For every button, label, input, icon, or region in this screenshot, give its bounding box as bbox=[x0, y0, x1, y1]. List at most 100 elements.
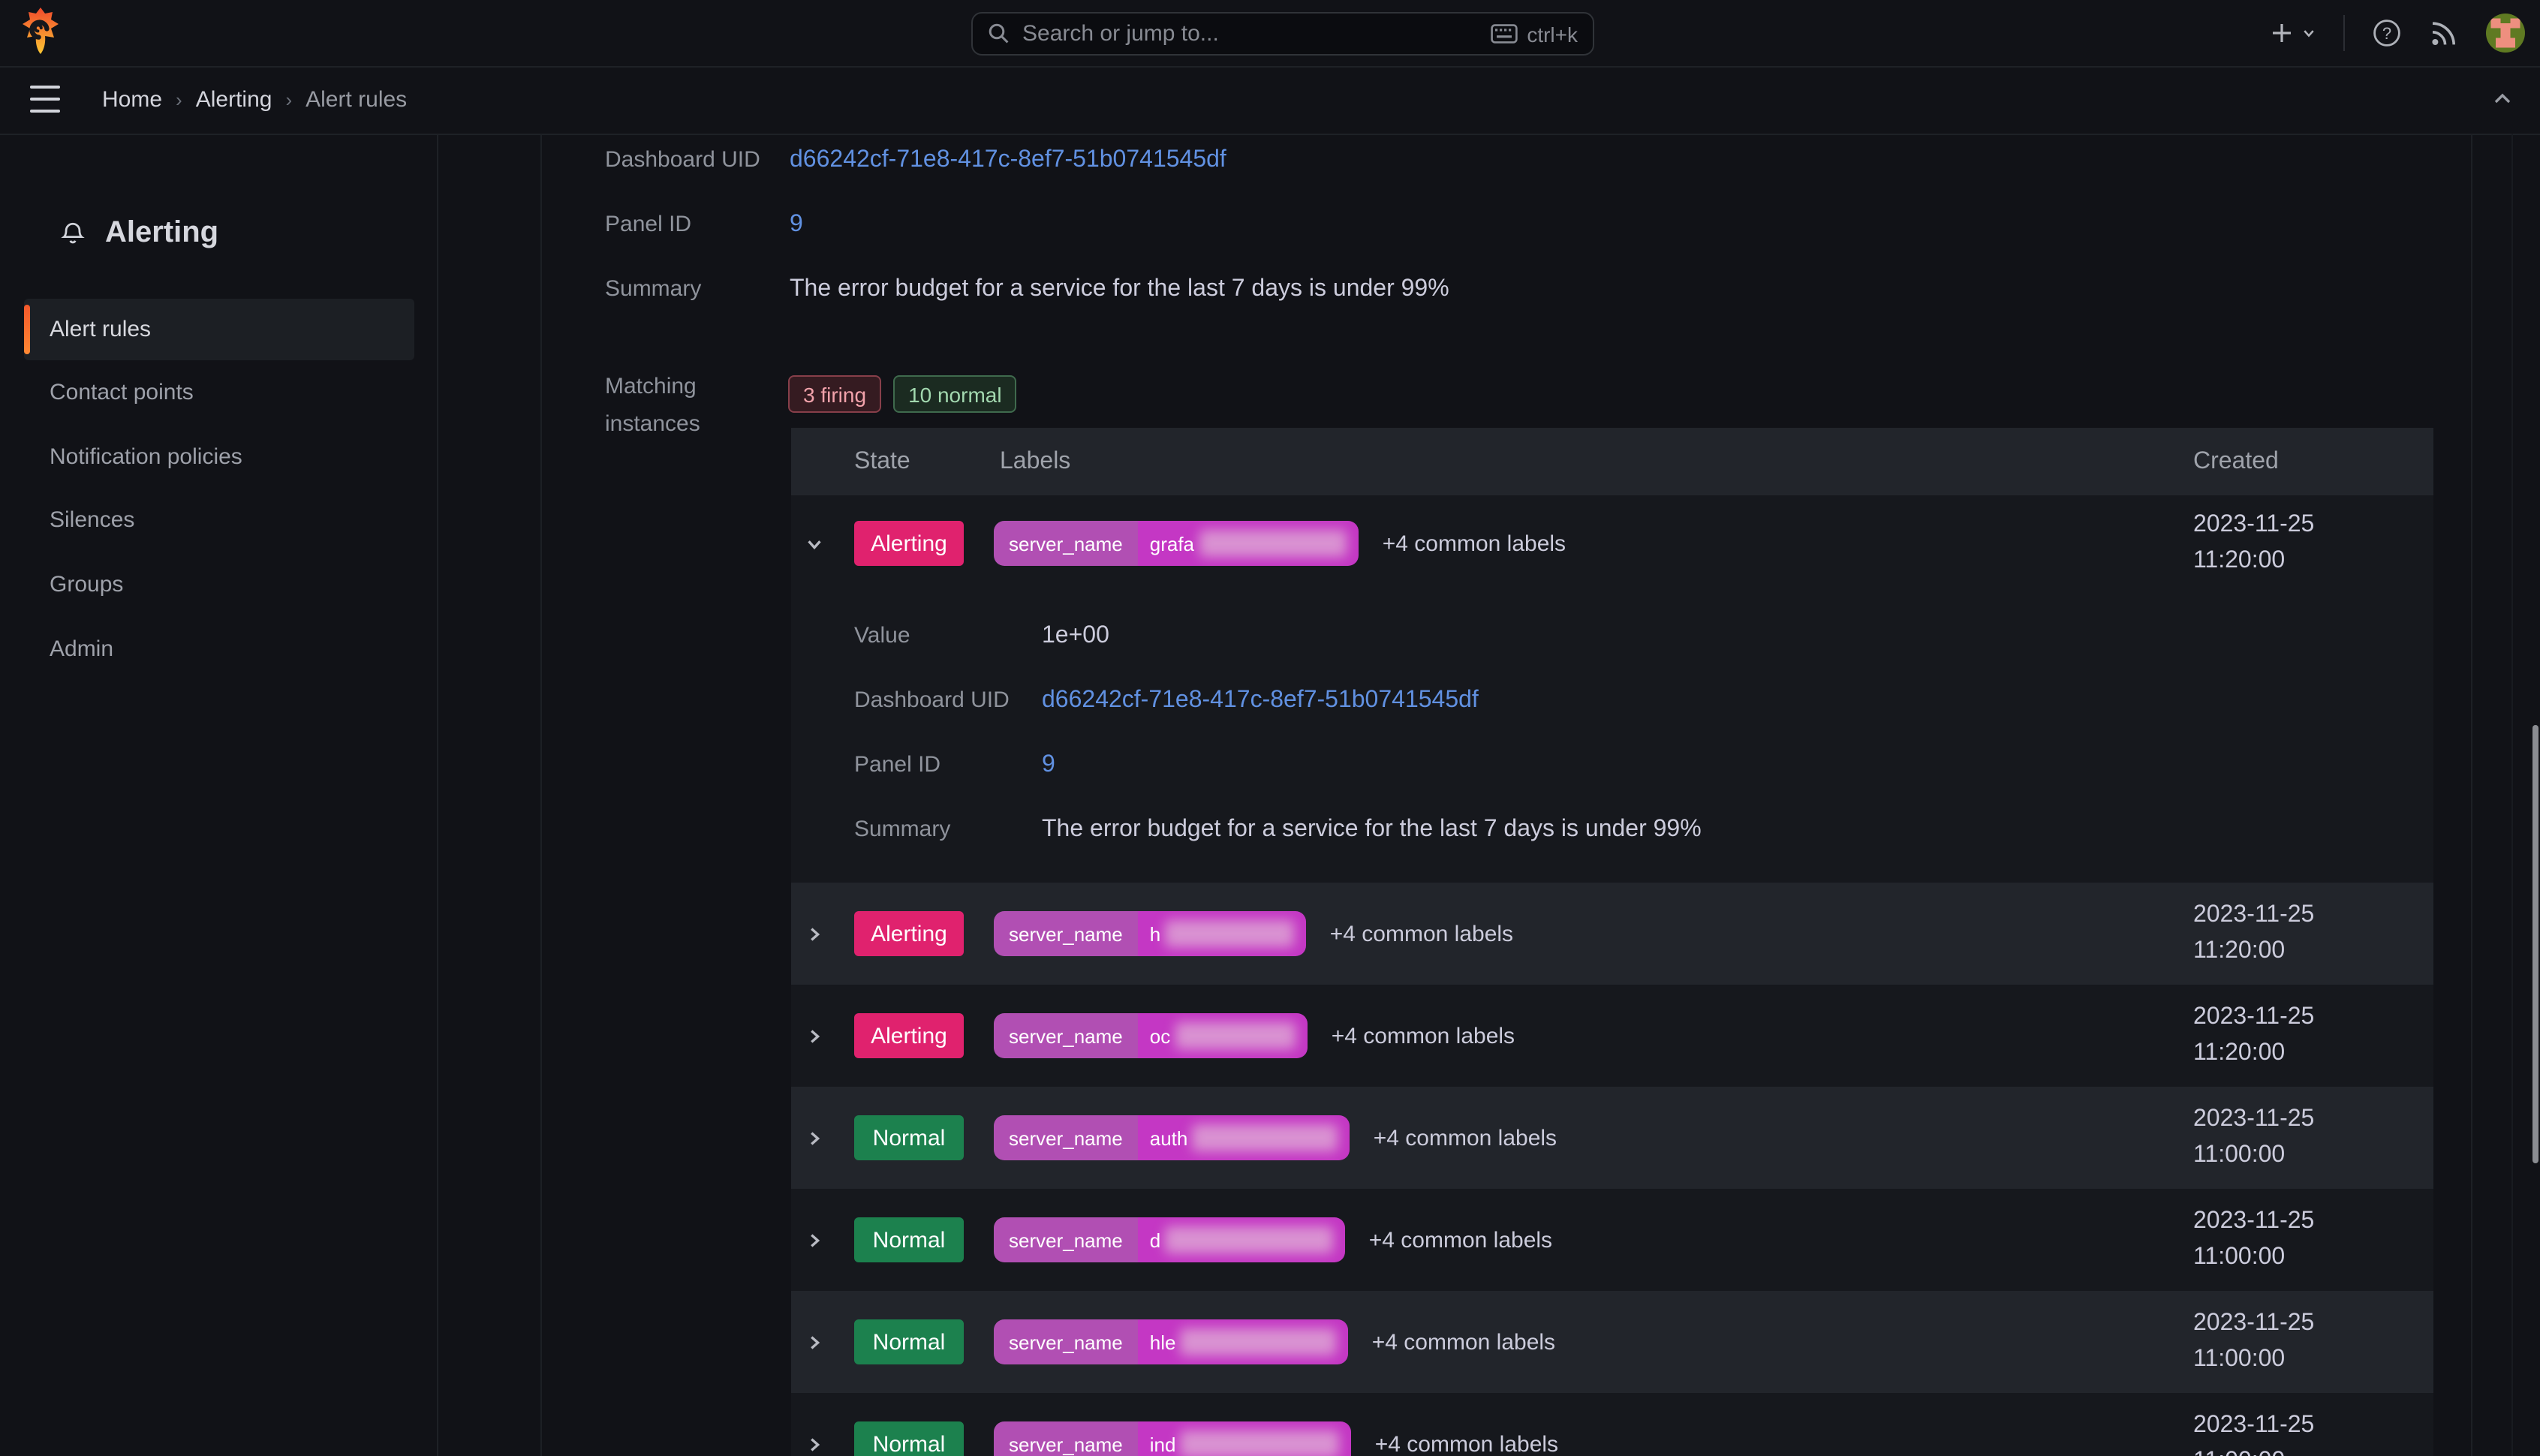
sidebar-item-admin[interactable]: Admin bbox=[50, 635, 113, 665]
panel-id-link[interactable]: 9 bbox=[1042, 752, 1055, 779]
dashboard-uid-link[interactable]: d66242cf-71e8-417c-8ef7-51b0741545df bbox=[1042, 687, 1479, 714]
label-key: server_name bbox=[994, 1217, 1138, 1262]
search-placeholder: Search or jump to... bbox=[1022, 21, 1479, 47]
breadcrumb-alerting[interactable]: Alerting bbox=[196, 87, 272, 113]
field-summary: Summary The error budget for a service f… bbox=[605, 276, 1449, 303]
plus-icon bbox=[2270, 21, 2294, 45]
sidebar-item-notification-policies[interactable]: Notification policies bbox=[50, 443, 242, 473]
label-key: server_name bbox=[994, 1319, 1138, 1364]
table-row: Alerting server_nameoc +4 common labels … bbox=[791, 985, 2433, 1087]
chevron-right-icon[interactable] bbox=[803, 1434, 824, 1454]
detail-label: Summary bbox=[854, 817, 1042, 842]
breadcrumb-home[interactable]: Home bbox=[102, 87, 162, 113]
detail-label: Dashboard UID bbox=[854, 687, 1042, 713]
label-value: auth bbox=[1150, 1127, 1188, 1149]
topbar-actions: ? bbox=[2270, 0, 2525, 66]
sidebar-item-label: Alert rules bbox=[50, 317, 151, 342]
chevron-right-icon[interactable] bbox=[803, 1128, 824, 1148]
label-value: grafa bbox=[1150, 532, 1194, 555]
detail-value: The error budget for a service for the l… bbox=[1042, 817, 1702, 844]
bell-icon bbox=[60, 220, 86, 245]
shortcut-label: ctrl+k bbox=[1527, 22, 1578, 46]
svg-text:?: ? bbox=[2382, 24, 2391, 43]
chevron-right-icon[interactable] bbox=[803, 1332, 824, 1352]
chevron-down-icon bbox=[2301, 26, 2316, 41]
common-labels-text: +4 common labels bbox=[1372, 1329, 1555, 1355]
label-value: h bbox=[1150, 922, 1160, 945]
instance-details: Value1e+00 Dashboard UIDd66242cf-71e8-41… bbox=[854, 623, 1702, 881]
label-value: d bbox=[1150, 1229, 1160, 1251]
dashboard-uid-link[interactable]: d66242cf-71e8-417c-8ef7-51b0741545df bbox=[790, 147, 1226, 174]
detail-label: Panel ID bbox=[854, 752, 1042, 778]
redaction-blur bbox=[1199, 530, 1347, 557]
redaction-blur bbox=[1165, 920, 1294, 947]
breadcrumb-separator: › bbox=[176, 89, 182, 111]
help-icon[interactable]: ? bbox=[2372, 18, 2402, 48]
normal-count-badge: 10 normal bbox=[893, 375, 1017, 413]
menu-icon[interactable] bbox=[30, 86, 60, 113]
chevron-right-icon[interactable] bbox=[803, 924, 824, 943]
search-input[interactable]: Search or jump to... ctrl+k bbox=[971, 12, 1594, 56]
table-row: Normal server_nameind +4 common labels 2… bbox=[791, 1393, 2433, 1456]
topbar-divider bbox=[2343, 15, 2345, 51]
field-dashboard-uid: Dashboard UID d66242cf-71e8-417c-8ef7-51… bbox=[605, 147, 1226, 174]
sidebar-item-contact-points[interactable]: Contact points bbox=[50, 378, 194, 408]
state-badge: Alerting bbox=[854, 521, 964, 566]
chevron-down-icon[interactable] bbox=[803, 534, 824, 553]
chevron-right-icon[interactable] bbox=[803, 1026, 824, 1045]
created-cell: 2023-11-2511:20:00 bbox=[2193, 507, 2314, 579]
sidebar-item-silences[interactable]: Silences bbox=[50, 506, 134, 536]
table-row: Alerting server_nameh +4 common labels 2… bbox=[791, 883, 2433, 985]
header-state: State bbox=[854, 428, 910, 495]
detail-value: 1e+00 bbox=[1042, 623, 1109, 650]
label-key: server_name bbox=[994, 911, 1138, 956]
label-key: server_name bbox=[994, 1421, 1138, 1456]
label-value: ind bbox=[1150, 1433, 1176, 1455]
label-pill: server_name grafa bbox=[994, 521, 1359, 566]
label-pill: server_name auth bbox=[994, 1115, 1350, 1160]
detail-label: Value bbox=[854, 623, 1042, 648]
keyboard-icon bbox=[1491, 24, 1518, 44]
label-pill: server_name ind bbox=[994, 1421, 1351, 1456]
sidebar-item-groups[interactable]: Groups bbox=[50, 570, 123, 600]
user-avatar[interactable] bbox=[2486, 14, 2525, 53]
detail-pane-right-border bbox=[2471, 134, 2472, 1456]
label-key: server_name bbox=[994, 521, 1138, 566]
grafana-logo-icon[interactable] bbox=[23, 8, 59, 59]
table-row: Normal server_nameauth +4 common labels … bbox=[791, 1087, 2433, 1189]
field-label: Summary bbox=[605, 276, 790, 302]
panel-id-link[interactable]: 9 bbox=[790, 212, 803, 239]
common-labels-text: +4 common labels bbox=[1374, 1125, 1557, 1151]
breadcrumb: Home › Alerting › Alert rules bbox=[102, 66, 407, 134]
label-key: server_name bbox=[994, 1115, 1138, 1160]
redaction-blur bbox=[1192, 1124, 1337, 1151]
common-labels-text: +4 common labels bbox=[1375, 1431, 1558, 1456]
chevron-right-icon[interactable] bbox=[803, 1230, 824, 1250]
label-pill: server_name oc bbox=[994, 1013, 1308, 1058]
sidebar-item-alert-rules[interactable]: Alert rules bbox=[24, 299, 414, 360]
header-labels: Labels bbox=[1000, 428, 1070, 495]
common-labels-text: +4 common labels bbox=[1332, 1023, 1515, 1048]
table-row: Alerting server_name grafa +4 common lab… bbox=[791, 495, 2433, 883]
news-rss-icon[interactable] bbox=[2429, 18, 2459, 48]
breadcrumb-bar: Home › Alerting › Alert rules bbox=[0, 66, 2540, 135]
scroll-track-border bbox=[2511, 134, 2513, 1456]
created-cell: 2023-11-2511:00:00 bbox=[2193, 1393, 2314, 1456]
matching-instances-table: State Labels Created Alerting server_nam… bbox=[791, 428, 2433, 1456]
table-row: Normal server_namehle +4 common labels 2… bbox=[791, 1291, 2433, 1393]
redaction-blur bbox=[1180, 1328, 1335, 1355]
sidebar: Alerting Alert rules Contact points Noti… bbox=[0, 134, 438, 1456]
label-key: server_name bbox=[994, 1013, 1138, 1058]
matching-instances-label: Matching instances bbox=[605, 368, 700, 443]
chevron-up-icon[interactable] bbox=[2492, 89, 2513, 117]
redaction-blur bbox=[1180, 1430, 1338, 1456]
created-cell: 2023-11-2511:00:00 bbox=[2193, 1291, 2314, 1393]
page-scrollbar[interactable] bbox=[2532, 725, 2538, 1163]
common-labels-text: +4 common labels bbox=[1383, 531, 1566, 556]
grafana-app: Search or jump to... ctrl+k ? bbox=[0, 0, 2540, 1456]
label-value: oc bbox=[1150, 1024, 1170, 1047]
label-pill: server_name d bbox=[994, 1217, 1345, 1262]
common-labels-text: +4 common labels bbox=[1369, 1227, 1552, 1253]
new-button[interactable] bbox=[2270, 21, 2316, 45]
state-badge: Normal bbox=[854, 1319, 964, 1364]
